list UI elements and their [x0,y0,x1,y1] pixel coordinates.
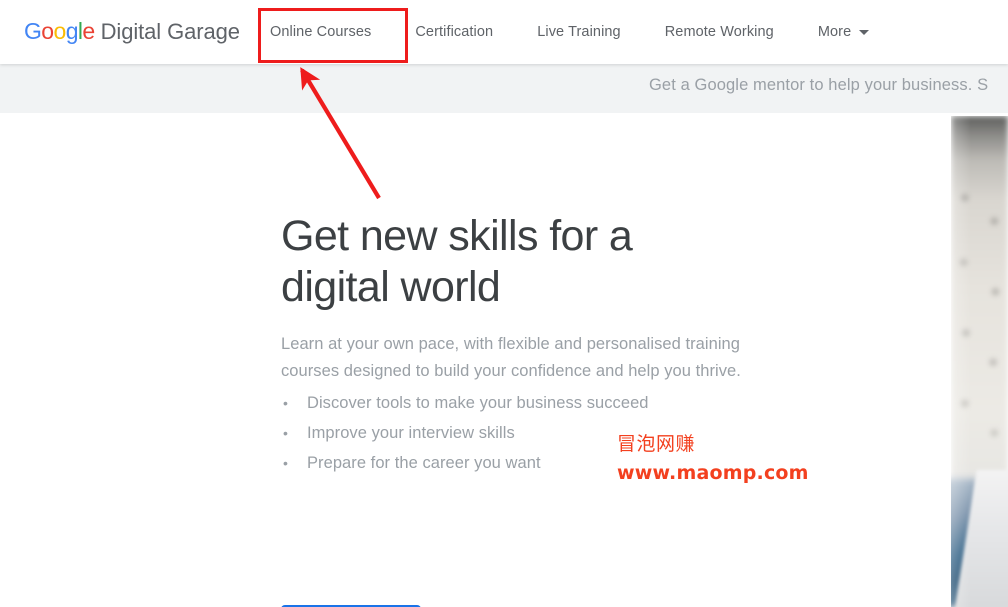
google-letter-e: e [82,18,95,44]
google-letter-o1: o [41,18,54,44]
hero-image-edge-fade [951,116,1008,607]
watermark: 冒泡网赚 www.maomp.com [617,435,809,483]
nav-item-online-courses[interactable]: Online Courses [270,24,371,40]
watermark-url: www.maomp.com [617,462,809,484]
google-letter-g1: G [24,18,42,44]
nav-item-live-training[interactable]: Live Training [537,24,621,40]
nav-item-more[interactable]: More [817,24,870,40]
site-header: Google Digital Garage Online Courses Cer… [0,0,1008,64]
nav-label-online-courses: Online Courses [270,24,372,40]
brand-logo[interactable]: Google Digital Garage [24,18,240,45]
promo-banner-text: Get a Google mentor to help your busines… [649,76,989,94]
nav-label-live-training: Live Training [537,24,621,40]
watermark-brand: 冒泡网赚 [617,433,696,455]
hero-section: Get new skills for a digital world Learn… [0,113,1008,607]
page-root: Google Digital Garage Online Courses Cer… [0,0,1008,607]
nav-item-remote-working[interactable]: Remote Working [665,24,774,40]
hero-subtitle: Learn at your own pace, with flexible an… [281,335,741,380]
list-item: Discover tools to make your business suc… [281,388,821,418]
hero-image [951,116,1008,607]
nav-label-more: More [817,24,852,40]
chevron-down-icon [859,29,870,35]
google-wordmark: Google [24,18,95,45]
nav-item-certification[interactable]: Certification [415,24,493,40]
promo-banner[interactable]: Get a Google mentor to help your busines… [0,64,1008,113]
brand-suffix: Digital Garage [100,19,240,44]
nav-label-certification: Certification [415,24,494,40]
main-navigation: Online Courses Certification Live Traini… [270,0,870,64]
nav-label-remote-working: Remote Working [664,24,774,40]
google-letter-g2: g [65,18,79,44]
page-title: Get new skills for a digital world [281,212,633,311]
google-letter-o2: o [53,18,67,44]
